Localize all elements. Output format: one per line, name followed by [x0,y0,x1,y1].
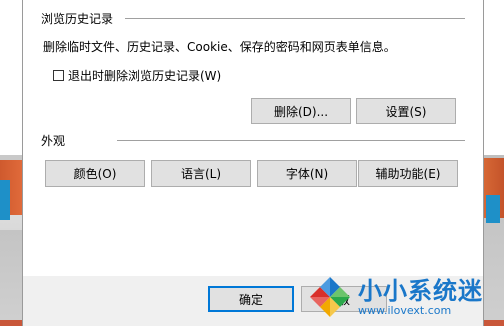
delete-on-exit-row[interactable]: 退出时删除浏览历史记录(W) [53,67,221,84]
appearance-section-title: 外观 [41,134,66,148]
history-section-divider [125,18,465,19]
background-blue-block-right [486,195,500,223]
languages-button[interactable]: 语言(L) [151,160,251,187]
history-settings-button[interactable]: 设置(S) [356,98,456,124]
delete-on-exit-checkbox[interactable] [53,70,64,81]
history-description: 删除临时文件、历史记录、Cookie、保存的密码和网页表单信息。 [43,40,396,54]
site-watermark: 小小系统迷 www.ilovext.com [306,268,504,326]
background-blue-block-left [0,180,10,220]
pinwheel-logo-icon [306,273,354,321]
ok-button[interactable]: 确定 [208,286,294,312]
delete-on-exit-label[interactable]: 退出时删除浏览历史记录(W) [68,67,221,84]
watermark-title: 小小系统迷 [358,276,483,305]
fonts-button[interactable]: 字体(N) [257,160,357,187]
background-window-left [0,0,22,326]
delete-history-button[interactable]: 删除(D)... [251,98,351,124]
history-section-title: 浏览历史记录 [41,12,114,26]
colors-button[interactable]: 颜色(O) [45,160,145,187]
appearance-section-divider [117,140,465,141]
watermark-url: www.ilovext.com [358,303,452,317]
accessibility-button[interactable]: 辅助功能(E) [358,160,458,187]
